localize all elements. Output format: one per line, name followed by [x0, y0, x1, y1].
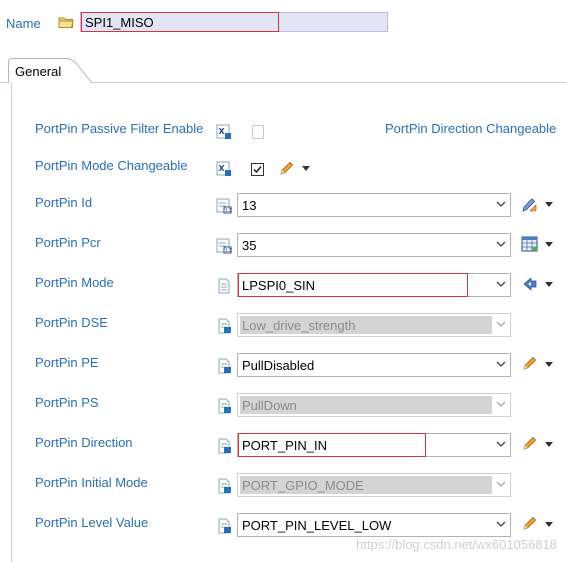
portpin-initial-mode-value: PORT_GPIO_MODE — [242, 478, 364, 493]
link-arrow-icon[interactable] — [521, 276, 539, 292]
direction-highlight — [238, 433, 426, 457]
portpin-level-value-label: PortPin Level Value — [35, 515, 149, 530]
chevron-down-icon[interactable] — [495, 198, 507, 210]
portpin-initial-mode-label: PortPin Initial Mode — [35, 475, 148, 490]
chevron-down-icon[interactable] — [545, 522, 553, 528]
panel-border — [11, 82, 12, 562]
chevron-down-icon[interactable] — [545, 202, 553, 208]
portpin-dse-select: Low_drive_strength — [237, 313, 511, 337]
portpin-id-select[interactable]: 13 — [237, 193, 511, 217]
portpin-dse-label: PortPin DSE — [35, 315, 108, 330]
portpin-ps-value: PullDown — [242, 398, 297, 413]
chevron-down-icon[interactable] — [545, 242, 553, 248]
svg-text:X: X — [219, 127, 226, 136]
folder-icon — [58, 17, 74, 28]
chevron-down-icon[interactable] — [545, 282, 553, 288]
pencil-icon[interactable] — [521, 436, 539, 452]
derived-doc-icon — [218, 358, 231, 374]
passive-filter-label: PortPin Passive Filter Enable — [35, 121, 204, 136]
derived-doc-icon — [218, 318, 231, 334]
portpin-pcr-value: 35 — [242, 238, 257, 253]
name-label: Name — [6, 16, 41, 31]
chevron-down-icon — [496, 481, 506, 487]
watermark: https://blog.csdn.net/wx601056818 — [356, 537, 557, 552]
passive-filter-checkbox[interactable] — [252, 125, 264, 139]
derived-doc-icon — [218, 438, 231, 454]
portpin-initial-mode-select: PORT_GPIO_MODE — [237, 473, 511, 497]
chevron-down-icon[interactable] — [545, 442, 553, 448]
svg-text:123: 123 — [225, 248, 232, 254]
table-calc-icon[interactable] — [521, 236, 539, 252]
pencil-icon[interactable] — [521, 356, 539, 372]
chevron-down-icon[interactable] — [495, 518, 507, 530]
calculator-icon: X — [216, 124, 231, 139]
name-value: SPI1_MISO — [85, 15, 154, 30]
name-field[interactable]: SPI1_MISO — [80, 12, 388, 32]
derived-doc-icon — [218, 518, 231, 534]
portpin-pe-select[interactable]: PullDisabled — [237, 353, 511, 377]
mode-highlight — [238, 273, 468, 297]
pencil-icon[interactable] — [521, 516, 539, 532]
portpin-pe-value: PullDisabled — [242, 358, 315, 373]
portpin-id-value: 13 — [242, 198, 257, 213]
mode-changeable-checkbox[interactable] — [251, 163, 265, 177]
calculator-icon: 123 — [216, 198, 232, 214]
chevron-down-icon[interactable] — [495, 358, 507, 370]
svg-text:123: 123 — [225, 208, 232, 214]
chevron-down-icon[interactable] — [302, 166, 310, 172]
portpin-id-label: PortPin Id — [35, 195, 93, 210]
chevron-down-icon — [496, 321, 506, 327]
direction-changeable-label: PortPin Direction Changeable — [385, 121, 557, 136]
svg-text:X: X — [219, 164, 226, 173]
portpin-direction-label: PortPin Direction — [35, 435, 133, 450]
portpin-mode-label: PortPin Mode — [35, 275, 114, 290]
calculator-icon: X — [216, 161, 231, 176]
chevron-down-icon[interactable] — [545, 362, 553, 368]
derived-doc-icon — [218, 398, 231, 414]
calculator-icon: 123 — [216, 238, 232, 254]
portpin-dse-value: Low_drive_strength — [242, 318, 356, 333]
portpin-ps-select: PullDown — [237, 393, 511, 417]
tab-general[interactable]: General — [15, 64, 61, 79]
chevron-down-icon[interactable] — [495, 238, 507, 250]
chevron-down-icon[interactable] — [495, 278, 507, 290]
mode-changeable-label: PortPin Mode Changeable — [35, 158, 188, 173]
pencil-ruler-icon[interactable] — [521, 197, 539, 213]
chevron-down-icon[interactable] — [495, 438, 507, 450]
portpin-level-value-select[interactable]: PORT_PIN_LEVEL_LOW — [237, 513, 511, 537]
portpin-pcr-label: PortPin Pcr — [35, 235, 101, 250]
chevron-down-icon — [496, 401, 506, 407]
document-icon — [218, 278, 230, 294]
pencil-icon[interactable] — [278, 161, 296, 177]
portpin-pcr-select[interactable]: 35 — [237, 233, 511, 257]
derived-doc-icon — [218, 478, 231, 494]
portpin-ps-label: PortPin PS — [35, 395, 99, 410]
portpin-pe-label: PortPin PE — [35, 355, 99, 370]
portpin-level-value-value: PORT_PIN_LEVEL_LOW — [242, 518, 392, 533]
